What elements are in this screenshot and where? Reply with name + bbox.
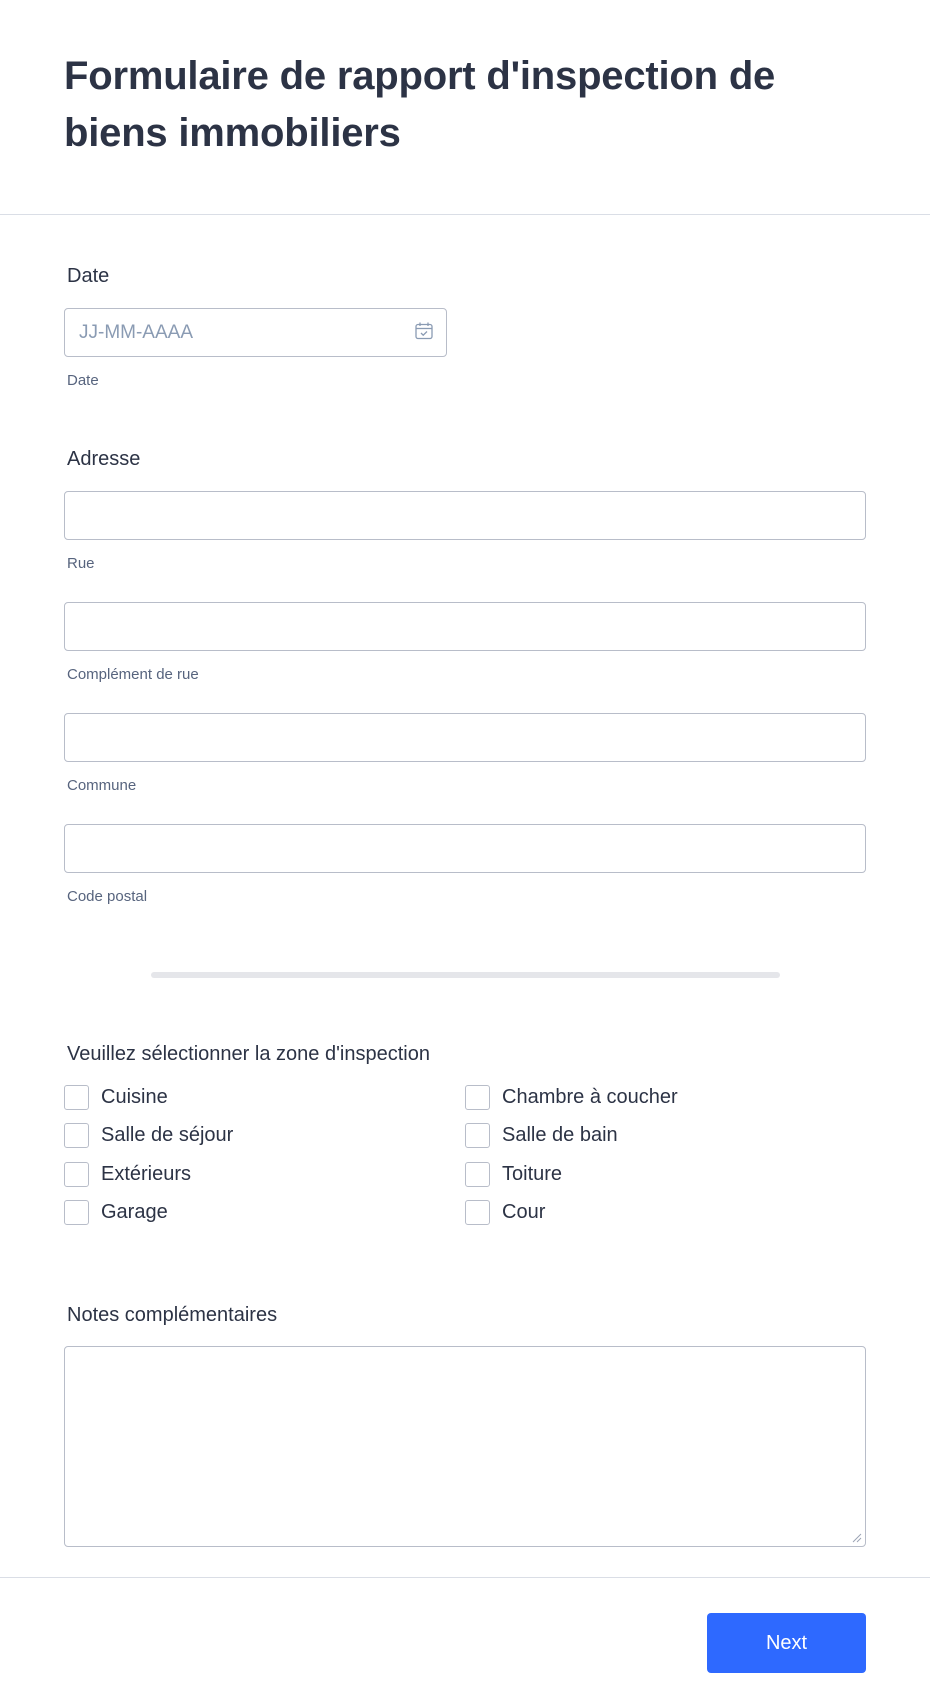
checkbox-box[interactable] bbox=[64, 1123, 89, 1148]
checkbox-salle-de-bain[interactable]: Salle de bain bbox=[465, 1123, 618, 1148]
date-field[interactable] bbox=[64, 308, 447, 357]
street-field[interactable] bbox=[64, 491, 866, 540]
checkbox-label: Extérieurs bbox=[101, 1163, 192, 1185]
street-line2-sublabel: Complément de rue bbox=[67, 666, 199, 683]
checkbox-label: Salle de séjour bbox=[101, 1124, 234, 1146]
page-title: Formulaire de rapport d'inspection de bi… bbox=[64, 54, 776, 155]
date-sublabel: Date bbox=[67, 372, 99, 389]
postal-code-field[interactable] bbox=[64, 824, 866, 873]
checkbox-box[interactable] bbox=[64, 1085, 89, 1110]
address-label: Adresse bbox=[67, 448, 141, 470]
checkbox-exterieurs[interactable]: Extérieurs bbox=[64, 1162, 191, 1187]
checkbox-toiture[interactable]: Toiture bbox=[465, 1162, 562, 1187]
form-header: Formulaire de rapport d'inspection de bi… bbox=[0, 0, 930, 215]
checkbox-label: Cour bbox=[502, 1201, 546, 1223]
next-button[interactable]: Next bbox=[707, 1613, 866, 1673]
checkbox-box[interactable] bbox=[465, 1085, 490, 1110]
section-divider bbox=[151, 972, 780, 978]
postal-code-sublabel: Code postal bbox=[67, 888, 148, 905]
checkbox-label: Toiture bbox=[502, 1163, 563, 1185]
checkbox-label: Chambre à coucher bbox=[502, 1086, 678, 1108]
calendar-icon[interactable] bbox=[414, 321, 434, 341]
checkbox-box[interactable] bbox=[64, 1162, 89, 1187]
zones-label: Veuillez sélectionner la zone d'inspecti… bbox=[67, 1043, 430, 1065]
notes-label: Notes complémentaires bbox=[67, 1304, 278, 1326]
resize-handle-icon[interactable] bbox=[852, 1533, 862, 1543]
checkbox-cuisine[interactable]: Cuisine bbox=[64, 1085, 168, 1110]
checkbox-cour[interactable]: Cour bbox=[465, 1200, 545, 1225]
checkbox-box[interactable] bbox=[64, 1200, 89, 1225]
footer-divider bbox=[0, 1577, 930, 1578]
checkbox-salle-de-sejour[interactable]: Salle de séjour bbox=[64, 1123, 233, 1148]
checkbox-label: Garage bbox=[101, 1201, 168, 1223]
city-field[interactable] bbox=[64, 713, 866, 762]
checkbox-box[interactable] bbox=[465, 1200, 490, 1225]
checkbox-label: Salle de bain bbox=[502, 1124, 618, 1146]
checkbox-box[interactable] bbox=[465, 1123, 490, 1148]
checkbox-label: Cuisine bbox=[101, 1086, 168, 1108]
notes-textarea[interactable] bbox=[64, 1346, 866, 1547]
checkbox-box[interactable] bbox=[465, 1162, 490, 1187]
city-sublabel: Commune bbox=[67, 777, 137, 794]
street-sublabel: Rue bbox=[67, 555, 95, 572]
checkbox-chambre[interactable]: Chambre à coucher bbox=[465, 1085, 678, 1110]
date-label: Date bbox=[67, 265, 110, 287]
checkbox-garage[interactable]: Garage bbox=[64, 1200, 168, 1225]
street-line2-field[interactable] bbox=[64, 602, 866, 651]
